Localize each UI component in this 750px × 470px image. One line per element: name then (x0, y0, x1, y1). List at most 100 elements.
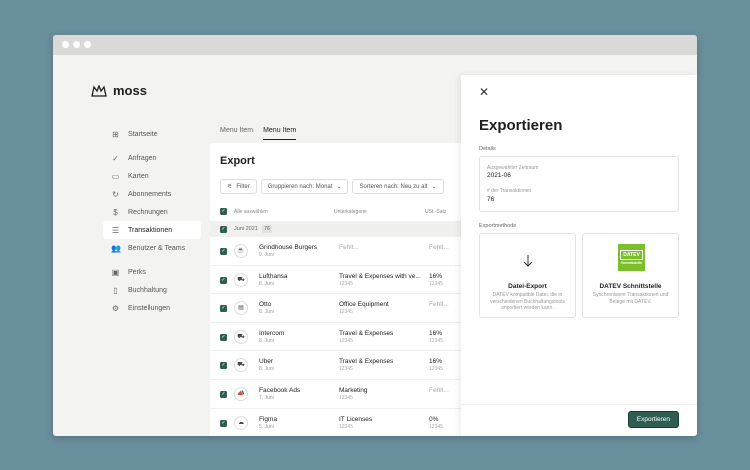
sidebar-item-einstellungen[interactable]: ⚙ Einstellungen (103, 299, 201, 317)
vat-cell[interactable]: 16% (429, 330, 442, 337)
vat-cell[interactable]: 16% (429, 358, 442, 365)
table-row[interactable]: ✓ ⛟ Lufthansa 8. Juni Travel & Expenses with… (210, 266, 470, 295)
vat-cell[interactable]: 0% (429, 416, 438, 423)
sidebar-item-label: Perks (128, 268, 146, 276)
refresh-icon: ↻ (112, 189, 119, 199)
filter-button[interactable]: ⚟ Filter (220, 179, 257, 194)
sidebar-item-label: Rechnungen (128, 208, 168, 216)
vat-sub: 12345 (429, 337, 443, 344)
datev-logo-sub: Schnittstelle (621, 260, 642, 265)
sidebar-item-label: Transaktionen (128, 226, 173, 234)
list-icon: ☰ (111, 225, 120, 235)
sidebar-item-transaktionen[interactable]: ☰ Transaktionen (103, 221, 201, 239)
vat-cell[interactable]: Fehlt... (429, 301, 449, 308)
table-row[interactable]: ✓ ☕ Grindhouse Burgers 9. Juni Fehlt... Fehlt… (210, 237, 470, 266)
category-sub: 12345 (339, 280, 353, 287)
coffee-icon: ☕ (234, 244, 248, 258)
row-checkbox[interactable]: ✓ (220, 333, 227, 341)
table-row[interactable]: ✓ ☁ Figma 5. Juni IT Licenses 12345 0% 12345 (210, 409, 470, 436)
transaction-date: 5. Juni (259, 423, 274, 430)
sidebar-item-benutzer[interactable]: 👥 Benutzer & Teams (103, 239, 201, 257)
group-checkbox[interactable]: ✓ (220, 225, 227, 233)
table-row[interactable]: ✓ ⛟ Intercom 8. Juni Travel & Expenses 12345 1… (210, 323, 470, 352)
sidebar-item-karten[interactable]: ▭ Karten (103, 167, 201, 185)
sort-dropdown[interactable]: Sorteren nach: Neu zu alt ⌄ (352, 179, 444, 194)
transaction-date: 8. Juni (259, 337, 274, 344)
category-cell[interactable]: Travel & Expenses (339, 330, 393, 337)
cloud-icon: ☁ (234, 415, 248, 430)
table-row[interactable]: ✓ 📣 Facebook Ads 7. Juni Marketing 12345 Fehlt… (210, 380, 470, 409)
filter-icon: ⚟ (227, 184, 233, 190)
sidebar-item-startseite[interactable]: ⊞ Startseite (103, 125, 201, 143)
app-window: moss ⊞ Startseite ✓ Anfragen ▭ Karten ↻ Abon… (53, 35, 697, 436)
filter-label: Filter (236, 183, 250, 190)
tab-menu-item-2[interactable]: Menu Item (263, 127, 297, 140)
select-all-checkbox[interactable]: ✓ (220, 208, 227, 215)
car-icon: ⛟ (234, 329, 248, 344)
category-cell[interactable]: Fehlt... (339, 244, 359, 251)
category-cell[interactable]: Office Equipment (339, 301, 389, 308)
sidebar-item-rechnungen[interactable]: $ Rechnungen (103, 203, 201, 221)
title-bar (53, 35, 697, 55)
vat-cell[interactable]: 16% (429, 273, 442, 280)
sidebar-item-label: Buchhaltung (128, 286, 167, 294)
transaction-date: 7. Juni (259, 395, 274, 401)
grid-icon: ⊞ (112, 129, 119, 139)
sidebar-item-perks[interactable]: ▣ Perks (103, 263, 201, 281)
vat-sub: 12345 (429, 423, 443, 430)
sidebar-item-label: Anfragen (128, 154, 157, 162)
sidebar-item-label: Benutzer & Teams (128, 244, 186, 252)
sidebar-item-abonnements[interactable]: ↻ Abonnements (103, 185, 201, 203)
category-sub: 12345 (339, 337, 353, 344)
count-value: 76 (487, 196, 495, 203)
datev-option[interactable]: DATEV Schnittstelle DATEV Schnittstelle … (582, 233, 679, 318)
window-dot[interactable] (62, 41, 69, 48)
window-dot[interactable] (84, 41, 91, 48)
column-header-vat: USt.-Satz (425, 209, 447, 215)
vat-cell[interactable]: Fehlt... (429, 244, 449, 251)
close-icon[interactable]: ✕ (479, 85, 489, 99)
clipboard-icon: ▤ (234, 301, 248, 316)
period-value: 2021-06 (487, 172, 511, 179)
category-cell[interactable]: IT Licenses (339, 416, 372, 423)
row-checkbox[interactable]: ✓ (220, 305, 227, 313)
sort-label: Sorteren nach: Neu zu alt (359, 183, 428, 190)
sidebar-item-label: Einstellungen (128, 304, 171, 312)
details-label: Details (479, 146, 496, 152)
sidebar-item-anfragen[interactable]: ✓ Anfragen (103, 149, 201, 167)
row-checkbox[interactable]: ✓ (220, 362, 227, 370)
transaction-date: 8. Juni (259, 309, 274, 316)
category-cell[interactable]: Travel & Expenses (339, 358, 393, 365)
category-cell[interactable]: Marketing (339, 387, 368, 394)
window-dot[interactable] (73, 41, 80, 48)
card-icon: ▭ (111, 171, 120, 181)
sidebar-item-label: Startseite (128, 130, 158, 138)
category-sub: 12345 (339, 366, 353, 373)
logo[interactable]: moss (91, 83, 147, 98)
select-all-label: Alle auswählen (234, 209, 268, 215)
merchant-name: Otto (259, 301, 272, 309)
group-by-dropdown[interactable]: Gruppieren nach: Monat ⌄ (260, 179, 349, 194)
car-icon: ⛟ (234, 272, 248, 287)
category-cell[interactable]: Travel & Expenses with ve... (339, 273, 421, 280)
dollar-icon: $ (113, 207, 118, 217)
file-export-option[interactable]: Datei-Export DATEV kompatible Datei, die… (479, 233, 576, 318)
gift-icon: ▣ (111, 267, 120, 277)
count-label: # der Transaktionen (487, 188, 532, 194)
panel-footer: Exportieren (461, 404, 697, 436)
tab-menu-item-1[interactable]: Menu Item (220, 127, 253, 140)
option-description: DATEV kompatible Datei, die in verschied… (490, 292, 565, 311)
megaphone-icon: 📣 (234, 387, 248, 401)
table-row[interactable]: ✓ ▤ Otto 8. Juni Office Equipment 12345 Fehlt.… (210, 294, 470, 323)
sidebar-item-buchhaltung[interactable]: ▯ Buchhaltung (103, 281, 201, 299)
table-row[interactable]: ✓ ⛟ Uber 8. Juni Travel & Expenses 12345 16% 12… (210, 351, 470, 380)
export-button[interactable]: Exportieren (627, 411, 679, 428)
filter-bar: ⚟ Filter Gruppieren nach: Monat ⌄ Sorteren… (220, 179, 444, 194)
vat-cell[interactable]: Fehlt... (429, 387, 449, 394)
row-checkbox[interactable]: ✓ (220, 419, 227, 427)
vat-sub: 12345 (429, 366, 443, 373)
row-checkbox[interactable]: ✓ (220, 391, 227, 398)
row-checkbox[interactable]: ✓ (220, 276, 227, 284)
transaction-date: 8. Juni (259, 366, 274, 373)
row-checkbox[interactable]: ✓ (220, 248, 227, 255)
